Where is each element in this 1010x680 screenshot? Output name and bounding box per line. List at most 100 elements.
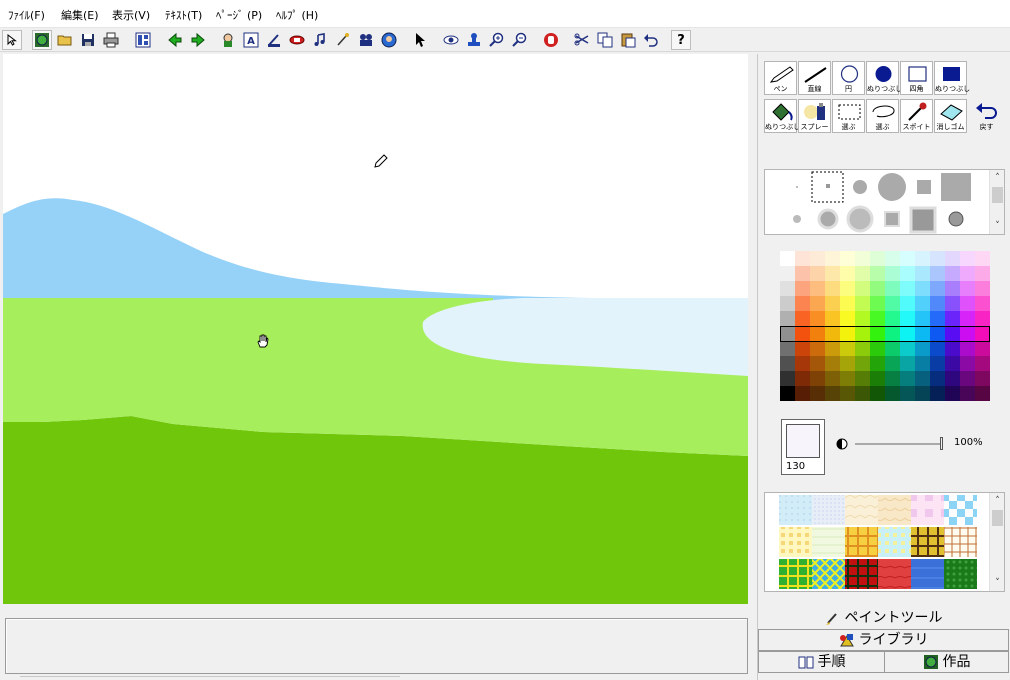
palette-color[interactable] (915, 356, 930, 371)
brush-soft-3[interactable] (846, 205, 874, 233)
menu-file[interactable]: ﾌｧｲﾙ(F) (8, 7, 45, 23)
brush-size-4[interactable] (878, 173, 906, 201)
chevron-up-icon[interactable]: ˄ (990, 171, 1005, 185)
palette-color[interactable] (945, 326, 960, 341)
brush-square-2[interactable] (941, 173, 971, 201)
palette-color[interactable] (900, 266, 915, 281)
stamp-tool-icon[interactable] (464, 30, 484, 50)
palette-color[interactable] (870, 311, 885, 326)
palette-color[interactable] (825, 371, 840, 386)
palette-color[interactable] (855, 371, 870, 386)
palette-color[interactable] (960, 356, 975, 371)
palette-color[interactable] (810, 341, 825, 356)
palette-color[interactable] (960, 371, 975, 386)
stop-hand-icon[interactable] (541, 30, 561, 50)
circle-tool[interactable]: 円 (832, 61, 865, 95)
palette-color[interactable] (945, 251, 960, 266)
palette-color[interactable] (915, 266, 930, 281)
select-lasso-tool[interactable]: 選ぶ (866, 99, 899, 133)
chevron-up-icon[interactable]: ˄ (990, 494, 1004, 508)
palette-color[interactable] (810, 281, 825, 296)
palette-color[interactable] (780, 386, 795, 401)
palette-color[interactable] (945, 311, 960, 326)
palette-color[interactable] (780, 371, 795, 386)
palette-color[interactable] (825, 356, 840, 371)
palette-color[interactable] (810, 251, 825, 266)
palette-color[interactable] (795, 341, 810, 356)
palette-color[interactable] (930, 266, 945, 281)
palette-color[interactable] (885, 266, 900, 281)
palette-color[interactable] (900, 341, 915, 356)
character-icon[interactable] (218, 30, 238, 50)
palette-color[interactable] (930, 326, 945, 341)
help-button[interactable]: ? (671, 30, 691, 50)
palette-color[interactable] (885, 296, 900, 311)
palette-color[interactable] (885, 386, 900, 401)
palette-color[interactable] (945, 371, 960, 386)
palette-color[interactable] (810, 356, 825, 371)
scroll-thumb[interactable] (992, 187, 1003, 203)
zoom-in-icon[interactable] (487, 30, 507, 50)
palette-color[interactable] (975, 371, 990, 386)
brush-soft-1[interactable] (793, 215, 801, 223)
palette-color[interactable] (780, 356, 795, 371)
palette-color[interactable] (960, 296, 975, 311)
menu-edit[interactable]: 編集(E) (61, 7, 99, 23)
layout-icon[interactable] (133, 30, 153, 50)
circle-fill-tool[interactable]: ぬりつぶし (866, 61, 902, 95)
brush-soft-square-2[interactable] (909, 206, 937, 234)
fill-tool[interactable]: ぬりつぶし (764, 99, 800, 133)
palette-color[interactable] (900, 296, 915, 311)
select-rect-tool[interactable]: 選ぶ (832, 99, 865, 133)
palette-color[interactable] (870, 371, 885, 386)
palette-color[interactable] (825, 386, 840, 401)
rect-tool[interactable]: 四角 (900, 61, 933, 95)
dropper-tool[interactable]: スポイト (900, 99, 933, 133)
palette-color[interactable] (840, 356, 855, 371)
palette-color[interactable] (930, 251, 945, 266)
palette-color[interactable] (795, 296, 810, 311)
palette-color[interactable] (975, 281, 990, 296)
menu-view[interactable]: 表示(V) (112, 7, 150, 23)
spray-tool[interactable]: スプレー (798, 99, 831, 133)
back-arrow-icon[interactable] (165, 30, 185, 50)
palette-color[interactable] (885, 281, 900, 296)
palette-color[interactable] (915, 296, 930, 311)
movie-icon[interactable] (356, 30, 376, 50)
copy-icon[interactable] (595, 30, 615, 50)
scissors-icon[interactable] (572, 30, 592, 50)
palette-color[interactable] (780, 311, 795, 326)
chevron-down-icon[interactable]: ˅ (990, 576, 1004, 590)
brush-soft-2[interactable] (817, 208, 839, 230)
palette-color[interactable] (975, 251, 990, 266)
palette-color[interactable] (930, 296, 945, 311)
globe-icon[interactable] (32, 30, 52, 50)
palette-color[interactable] (855, 251, 870, 266)
palette-color[interactable] (825, 251, 840, 266)
palette-color[interactable] (960, 251, 975, 266)
zoom-out-icon[interactable] (510, 30, 530, 50)
palette-color[interactable] (870, 281, 885, 296)
opacity-slider-track[interactable] (855, 443, 943, 445)
palette-color[interactable] (870, 386, 885, 401)
tab-steps[interactable]: 手順 (758, 651, 885, 673)
palette-color[interactable] (840, 386, 855, 401)
palette-color[interactable] (930, 281, 945, 296)
open-folder-icon[interactable] (55, 30, 75, 50)
brush-icon[interactable] (333, 30, 353, 50)
palette-color[interactable] (900, 311, 915, 326)
palette-color[interactable] (840, 266, 855, 281)
chevron-down-icon[interactable]: ˅ (990, 219, 1005, 233)
bottom-scroll-strip[interactable] (20, 676, 400, 680)
palette-color[interactable] (795, 311, 810, 326)
stamp-icon[interactable] (264, 30, 284, 50)
texture-scrollbar[interactable]: ˄ ˅ (989, 493, 1004, 591)
palette-color[interactable] (900, 371, 915, 386)
pen-tool[interactable]: ペン (764, 61, 797, 95)
brush-size-1[interactable] (796, 186, 798, 188)
palette-color[interactable] (870, 356, 885, 371)
palette-color[interactable] (960, 326, 975, 341)
scroll-thumb[interactable] (992, 510, 1003, 526)
brush-soft-square-1[interactable] (884, 211, 900, 227)
palette-color[interactable] (840, 281, 855, 296)
